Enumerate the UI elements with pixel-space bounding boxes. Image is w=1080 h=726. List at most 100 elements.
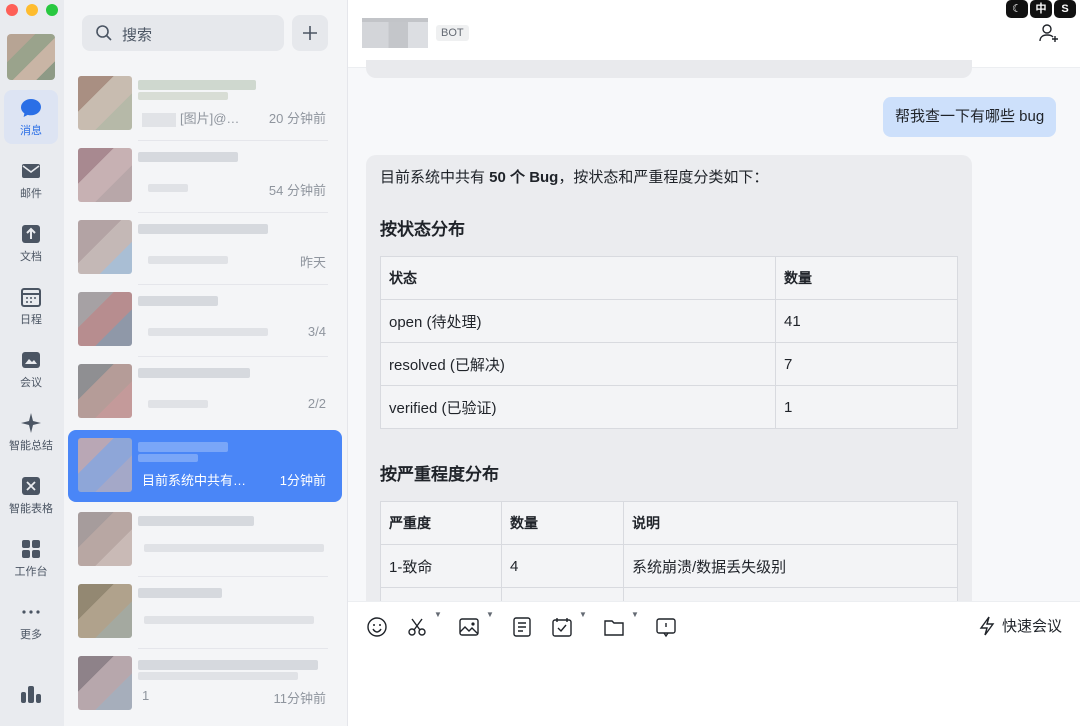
sidebar-item-mail[interactable]: 邮件 [4,153,58,207]
conversation-name-blurred [138,660,318,670]
task-button[interactable] [551,616,573,638]
sidebar-item-label: 智能总结 [9,440,53,452]
conversation-name-blurred [138,296,218,306]
table-row: verified (已验证) 1 [380,385,958,429]
table-header: 严重度 [380,501,502,545]
conversation-item[interactable] [68,504,342,576]
conversation-item[interactable]: 54 分钟前 [68,140,342,212]
table-cell: 系统崩溃/数据丢失级别 [623,544,958,588]
conversation-preview: 1 [142,688,150,703]
chat-title-blurred[interactable] [362,18,428,48]
comment-button[interactable] [655,616,677,638]
table-row: resolved (已解决) 7 [380,342,958,386]
minimize-window-button[interactable] [26,4,38,16]
conversation-name-blurred [138,368,250,378]
conversation-preview: [图片]@… [142,108,239,127]
conversation-name-blurred [144,616,314,624]
sidebar-item-label: 工作台 [14,566,48,578]
conversation-list: 搜索 [图片]@… 20 分钟前 54 分钟前 昨天 3/4 2/2 目前系统中… [64,0,348,726]
table-row: 1-致命 4 系统崩溃/数据丢失级别 [380,544,958,588]
conversation-item-active[interactable]: 目前系统中共有… 1分钟前 [68,430,342,502]
sidebar-item-calendar[interactable]: 日程 [4,279,58,333]
s-badge[interactable]: S [1054,0,1076,18]
sidebar-item-meeting[interactable]: 会议 [4,342,58,396]
chevron-down-icon[interactable]: ▼ [579,610,587,619]
table-cell: 4 [501,544,624,588]
chevron-down-icon[interactable]: ▼ [486,610,494,619]
conversation-name-blurred [138,588,222,598]
document-button[interactable] [511,616,533,638]
conversation-item[interactable]: 2/2 [68,356,342,428]
conversation-name-blurred [138,672,298,680]
sidebar-item-workbench[interactable]: 工作台 [4,531,58,585]
corner-badges: ☾ 中 S [1006,0,1076,18]
chevron-down-icon[interactable]: ▼ [631,610,639,619]
zoom-window-button[interactable] [46,4,58,16]
table-cell: verified (已验证) [380,385,776,429]
conversation-time: 11分钟前 [273,691,327,706]
chevron-down-icon[interactable]: ▼ [434,610,442,619]
conversation-name-blurred [138,442,228,452]
sidebar-item-label: 日程 [20,314,42,326]
conversation-name-blurred [138,152,238,162]
add-member-icon[interactable] [1038,22,1060,44]
message-composer[interactable]: ▼ ▼ ▼ ▼ 快速会议 [348,601,1080,726]
bot-message-bubble: 目前系统中共有 50 个 Bug，按状态和严重程度分类如下： 按状态分布 状态 … [366,155,972,615]
section-title-severity: 按严重程度分布 [380,465,499,484]
close-window-button[interactable] [6,4,18,16]
sidebar-item-smart-summary[interactable]: 智能总结 [4,405,58,459]
conversation-name-blurred [144,544,324,552]
quick-meeting-button[interactable]: 快速会议 [978,615,1062,636]
sparkle-icon [21,413,41,433]
nav-rail: 消息 邮件 文档 日程 会议 智能总结 智能表格 工作台 更多 [0,0,64,726]
table-cell: 41 [775,299,958,343]
folder-button[interactable] [603,616,625,638]
section-title-status: 按状态分布 [380,220,465,239]
conversation-avatar [78,438,132,492]
table-cell: 1-致命 [380,544,502,588]
window-controls [6,4,58,16]
moon-badge[interactable]: ☾ [1006,0,1028,18]
conversation-item[interactable]: 1 11分钟前 [68,648,342,720]
sidebar-item-docs[interactable]: 文档 [4,216,58,270]
conversation-name-blurred [138,516,254,526]
screenshot-button[interactable] [406,616,428,638]
conversation-item[interactable]: [图片]@… 20 分钟前 [68,68,342,140]
sidebar-item-more[interactable]: 更多 [4,594,58,648]
chinese-input-badge[interactable]: 中 [1030,0,1052,18]
calendar-icon [21,288,41,307]
table-cell: 7 [775,342,958,386]
chat-title-blurred [362,18,428,22]
table-cell: open (待处理) [380,299,776,343]
sidebar-item-label: 会议 [20,377,42,389]
bot-badge: BOT [436,25,469,41]
conversation-avatar [78,220,132,274]
add-button[interactable] [292,15,328,51]
user-avatar[interactable] [7,34,55,80]
conversation-time: 54 分钟前 [268,183,326,198]
sidebar-item-messages[interactable]: 消息 [4,90,58,144]
app-logo-icon[interactable] [20,684,42,704]
chat-header: BOT ☾ 中 S [348,0,1080,68]
sidebar-item-label: 智能表格 [9,503,53,515]
conversation-name-blurred [138,224,268,234]
docs-icon [22,225,40,243]
table-header: 状态 [380,256,776,300]
comment-icon [656,618,676,638]
table-header: 数量 [775,256,958,300]
conversation-item[interactable] [68,576,342,648]
search-icon [96,25,112,41]
image-icon [459,618,479,636]
image-button[interactable] [458,616,480,638]
document-icon [513,617,531,637]
conversation-item[interactable]: 3/4 [68,284,342,356]
conversation-name-blurred [138,454,198,462]
conversation-item[interactable]: 昨天 [68,212,342,284]
sidebar-item-smart-table[interactable]: 智能表格 [4,468,58,522]
table-header: 说明 [623,501,958,545]
scissors-icon [408,618,426,636]
emoji-button[interactable] [366,616,388,638]
folder-icon [604,620,624,636]
search-input[interactable]: 搜索 [82,15,284,51]
user-message-bubble: 帮我查一下有哪些 bug [883,97,1057,137]
